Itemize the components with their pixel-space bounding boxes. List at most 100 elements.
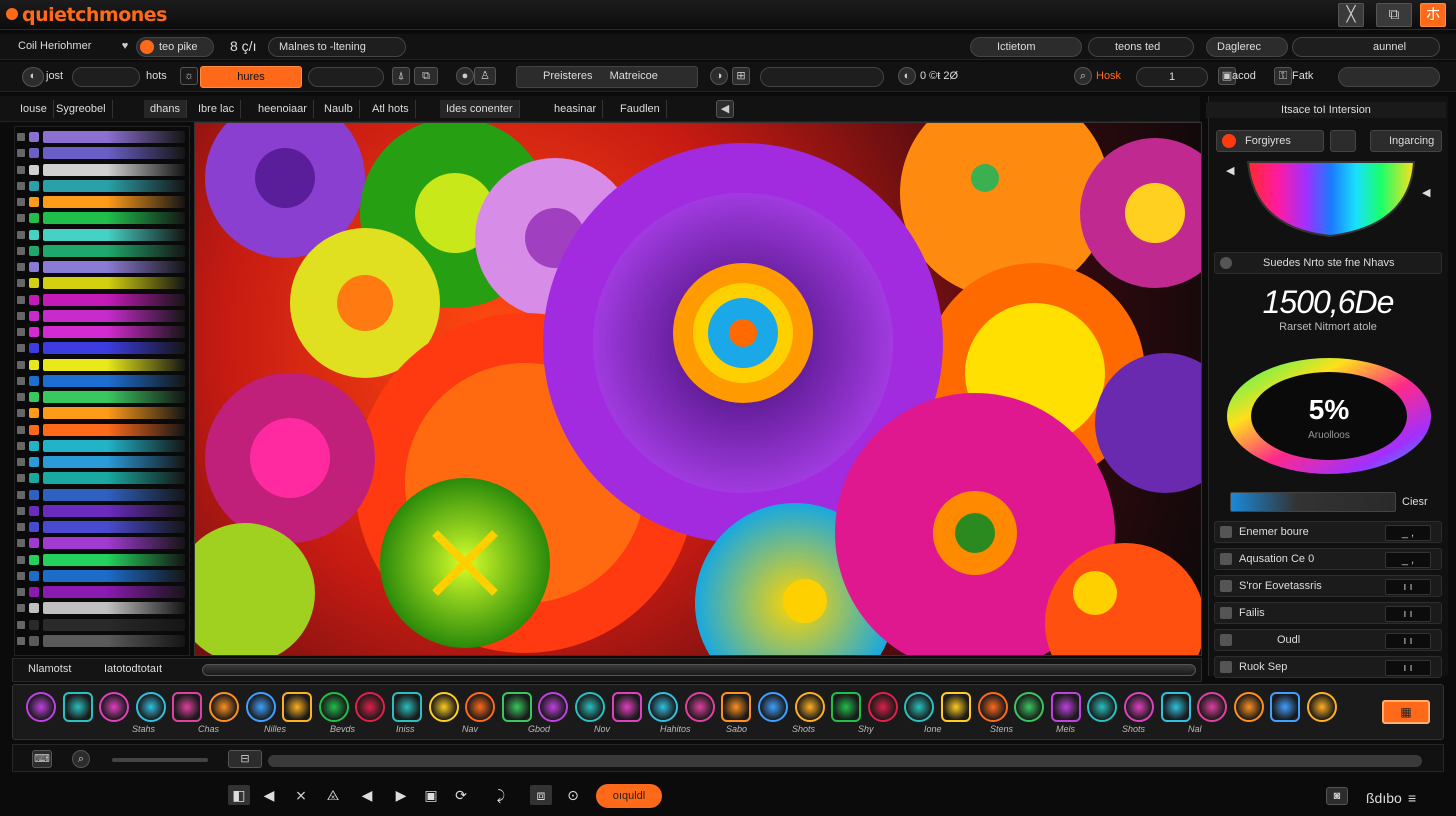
- timeline-scrubber[interactable]: [202, 664, 1196, 676]
- mini-slider[interactable]: [112, 758, 208, 762]
- horizontal-scrollbar[interactable]: [268, 755, 1422, 767]
- swatch-row[interactable]: [43, 537, 185, 550]
- swatch-marker[interactable]: [17, 198, 25, 206]
- repeat-icon[interactable]: ⤸: [490, 785, 512, 805]
- tool-button[interactable]: [684, 692, 715, 722]
- circle-icon[interactable]: ●: [456, 67, 474, 85]
- swatch-row[interactable]: [43, 228, 185, 241]
- swatch-chip[interactable]: [29, 408, 39, 419]
- tool-button[interactable]: [538, 692, 569, 722]
- swatch-chip[interactable]: [29, 343, 39, 354]
- tool-button[interactable]: [977, 692, 1008, 722]
- forward-icon[interactable]: ▶: [390, 785, 412, 805]
- swatch-marker[interactable]: [17, 571, 25, 580]
- swatch-row[interactable]: [43, 374, 185, 387]
- swatch-marker[interactable]: [17, 458, 25, 466]
- tool-button[interactable]: [62, 692, 93, 722]
- tab-heasinar[interactable]: heasinar: [548, 100, 604, 118]
- property-row[interactable]: Ruok Sep ı ı: [1214, 656, 1442, 678]
- end-select[interactable]: [1338, 67, 1440, 87]
- tool-button[interactable]: [501, 692, 532, 722]
- swatch-row[interactable]: [43, 244, 185, 257]
- tab-library[interactable]: Ibre lac: [192, 100, 242, 118]
- swatch-marker[interactable]: [17, 230, 25, 239]
- swatch-marker[interactable]: [17, 523, 25, 531]
- swatch-chip[interactable]: [29, 294, 39, 305]
- tool-button[interactable]: [1160, 692, 1191, 722]
- tool-button[interactable]: [1014, 692, 1045, 722]
- swatch-row[interactable]: [43, 456, 185, 468]
- swatch-row[interactable]: [43, 634, 185, 647]
- person-icon[interactable]: ♙: [474, 67, 496, 85]
- property-value[interactable]: ı ı: [1385, 606, 1431, 622]
- mode-field[interactable]: Malnes to -ltening: [268, 37, 406, 57]
- heart-icon[interactable]: ♥: [116, 38, 134, 56]
- swatch-chip[interactable]: [29, 522, 39, 532]
- swatch-chip[interactable]: [29, 619, 39, 630]
- property-value[interactable]: ı ı: [1385, 579, 1431, 595]
- tool-button[interactable]: [758, 692, 788, 722]
- swatch-row[interactable]: [43, 358, 185, 371]
- swatch-row[interactable]: [43, 179, 185, 192]
- swatch-chip[interactable]: [29, 359, 39, 370]
- swatch-row[interactable]: [43, 488, 185, 501]
- swatch-row[interactable]: [43, 504, 185, 517]
- swatch-chip[interactable]: [29, 603, 39, 614]
- swatch-row[interactable]: [43, 439, 185, 452]
- swatch-chip[interactable]: [29, 197, 39, 207]
- swatch-chip[interactable]: [29, 440, 39, 451]
- tool-button[interactable]: [611, 692, 642, 722]
- swatch-marker[interactable]: [17, 474, 25, 483]
- property-value[interactable]: ı ı: [1385, 633, 1431, 649]
- swatch-row[interactable]: [43, 309, 185, 322]
- swatch-row[interactable]: [43, 212, 185, 225]
- swatch-chip[interactable]: [29, 538, 39, 549]
- tool-button[interactable]: [1197, 692, 1228, 722]
- swatch-row[interactable]: [43, 277, 185, 290]
- swatch-row[interactable]: [43, 342, 185, 355]
- tool-button[interactable]: [245, 692, 276, 722]
- tool-button[interactable]: [392, 692, 422, 722]
- swatch-chip[interactable]: [29, 570, 39, 581]
- swatch-marker[interactable]: [17, 344, 25, 353]
- swatch-row[interactable]: [43, 407, 185, 420]
- maximize-button[interactable]: ⧉: [1376, 3, 1412, 27]
- swatch-marker[interactable]: [17, 181, 25, 190]
- tool-button[interactable]: [1050, 692, 1081, 722]
- swatch-marker[interactable]: [17, 393, 25, 401]
- tool-button[interactable]: [135, 692, 166, 722]
- swatch-chip[interactable]: [29, 554, 39, 565]
- swatch-marker[interactable]: [17, 441, 25, 450]
- search-icon[interactable]: ⌕: [72, 750, 90, 768]
- tool-button[interactable]: [1270, 692, 1301, 722]
- property-row[interactable]: Oudl ı ı: [1214, 629, 1442, 651]
- tab-draws[interactable]: dhans: [144, 100, 187, 118]
- crop-icon[interactable]: ⨻: [322, 785, 344, 805]
- tab-house[interactable]: Iouse: [14, 100, 54, 118]
- right-select[interactable]: Daglerec: [1206, 37, 1288, 57]
- property-row[interactable]: Failis ı ı: [1214, 602, 1442, 624]
- align-icon[interactable]: ⍋: [392, 67, 410, 85]
- rotate-icon[interactable]: ⟳: [450, 785, 472, 805]
- swatch-marker[interactable]: [17, 246, 25, 255]
- swatch-row[interactable]: [43, 196, 185, 208]
- tab-naulb[interactable]: Naulb: [318, 100, 360, 118]
- tool-button[interactable]: [282, 692, 313, 722]
- tool-button[interactable]: [99, 692, 130, 722]
- swatch-chip[interactable]: [29, 180, 39, 191]
- tool-button[interactable]: [941, 692, 971, 722]
- zoom-value[interactable]: 0 ©ŧ 2Ø: [920, 70, 958, 82]
- property-value[interactable]: _ ,: [1385, 552, 1431, 568]
- property-row[interactable]: S'ror Eovetassris ı ı: [1214, 575, 1442, 597]
- tab-ides-conenter[interactable]: Ides conenter: [440, 100, 520, 118]
- tool-button[interactable]: [721, 692, 752, 722]
- swatch-marker[interactable]: [17, 588, 25, 596]
- swatch-chip[interactable]: [29, 278, 39, 289]
- swatch-chip[interactable]: [29, 587, 39, 597]
- swatch-chip[interactable]: [29, 229, 39, 240]
- right-field[interactable]: teons ted: [1088, 37, 1194, 57]
- cut-icon[interactable]: ⨯: [290, 785, 312, 805]
- panel-icon[interactable]: ◧: [228, 785, 250, 805]
- grid-icon[interactable]: ⊞: [732, 67, 750, 85]
- swatch-row[interactable]: [43, 618, 185, 631]
